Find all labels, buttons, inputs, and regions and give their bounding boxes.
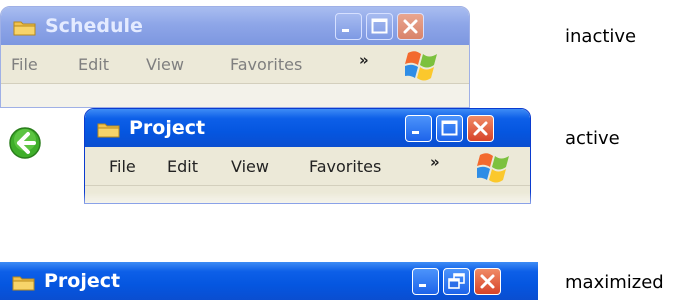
menu-overflow-chevron[interactable]: » bbox=[430, 153, 440, 171]
maximize-icon bbox=[371, 18, 388, 34]
menu-view[interactable]: View bbox=[231, 157, 269, 176]
close-icon bbox=[473, 121, 488, 136]
fade-overlay bbox=[84, 192, 534, 214]
maximize-button[interactable] bbox=[366, 13, 393, 40]
inactive-titlebar[interactable]: Schedule bbox=[1, 7, 469, 45]
close-icon bbox=[403, 19, 418, 34]
inactive-menubar: File Edit View Favorites » bbox=[1, 45, 469, 84]
windows-logo-icon bbox=[477, 153, 509, 183]
minimize-button[interactable] bbox=[335, 13, 362, 40]
active-titlebar[interactable]: Project bbox=[85, 109, 530, 147]
inactive-window[interactable]: Schedule File Edit View Favorites » bbox=[0, 6, 470, 108]
label-inactive: inactive bbox=[565, 26, 637, 47]
menu-edit[interactable]: Edit bbox=[78, 55, 109, 74]
window-title: Schedule bbox=[45, 15, 143, 37]
menu-file[interactable]: File bbox=[109, 157, 136, 176]
menu-view[interactable]: View bbox=[146, 55, 184, 74]
active-window[interactable]: Project File Edit View Favorites » bbox=[84, 108, 531, 204]
minimize-icon bbox=[342, 29, 349, 32]
close-icon bbox=[480, 274, 495, 289]
window-title: Project bbox=[129, 117, 206, 139]
menu-file[interactable]: File bbox=[11, 55, 38, 74]
windows-logo-icon bbox=[405, 51, 437, 81]
minimize-button[interactable] bbox=[412, 268, 439, 295]
label-active: active bbox=[565, 128, 620, 149]
folder-icon bbox=[12, 276, 35, 291]
restore-icon bbox=[448, 273, 465, 289]
menu-favorites[interactable]: Favorites bbox=[309, 157, 381, 176]
menu-favorites[interactable]: Favorites bbox=[230, 55, 302, 74]
maximize-button[interactable] bbox=[436, 115, 463, 142]
menu-overflow-chevron[interactable]: » bbox=[359, 51, 369, 69]
window-title: Project bbox=[44, 270, 121, 292]
maximize-icon bbox=[441, 120, 458, 136]
close-button[interactable] bbox=[397, 13, 424, 40]
inactive-toolbar bbox=[1, 84, 469, 107]
label-maximized: maximized bbox=[565, 272, 664, 293]
back-arrow-icon[interactable] bbox=[8, 126, 42, 160]
close-button[interactable] bbox=[467, 115, 494, 142]
maximized-window[interactable]: Project bbox=[0, 262, 538, 302]
folder-icon bbox=[97, 123, 120, 138]
active-menubar: File Edit View Favorites » bbox=[85, 147, 530, 186]
minimize-icon bbox=[419, 284, 426, 287]
menu-edit[interactable]: Edit bbox=[167, 157, 198, 176]
restore-button[interactable] bbox=[443, 268, 470, 295]
folder-icon bbox=[13, 21, 36, 36]
close-button[interactable] bbox=[474, 268, 501, 295]
minimize-button[interactable] bbox=[405, 115, 432, 142]
minimize-icon bbox=[412, 131, 419, 134]
maximized-titlebar[interactable]: Project bbox=[0, 262, 538, 300]
